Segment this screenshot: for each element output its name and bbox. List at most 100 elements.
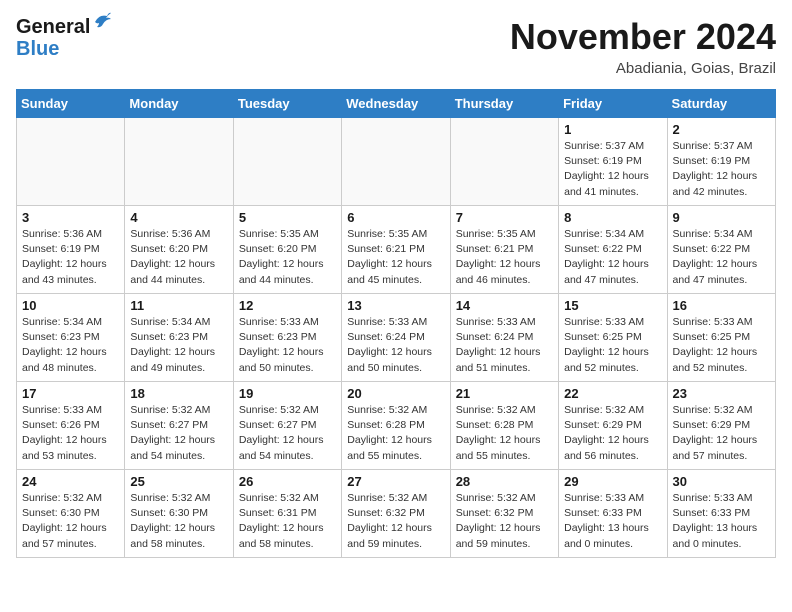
day-info: Sunrise: 5:36 AM Sunset: 6:20 PM Dayligh… [130,227,227,288]
day-info: Sunrise: 5:35 AM Sunset: 6:21 PM Dayligh… [456,227,553,288]
day-info: Sunrise: 5:35 AM Sunset: 6:21 PM Dayligh… [347,227,444,288]
calendar-cell: 17 Sunrise: 5:33 AM Sunset: 6:26 PM Dayli… [17,382,125,470]
day-number: 22 [564,386,661,401]
day-number: 2 [673,122,770,137]
calendar-cell [342,118,450,206]
day-number: 12 [239,298,336,313]
calendar-cell: 15Sunrise: 5:33 AM Sunset: 6:25 PM Dayli… [559,294,667,382]
calendar-cell: 10 Sunrise: 5:34 AM Sunset: 6:23 PM Dayli… [17,294,125,382]
day-info: Sunrise: 5:33 AM Sunset: 6:25 PM Dayligh… [673,315,770,376]
logo-general-text: General [16,16,90,38]
calendar-cell: 16 Sunrise: 5:33 AM Sunset: 6:25 PM Dayli… [667,294,775,382]
day-number: 14 [456,298,553,313]
day-number: 8 [564,210,661,225]
day-info: Sunrise: 5:32 AM Sunset: 6:27 PM Dayligh… [130,403,227,464]
weekday-header-saturday: Saturday [667,90,775,118]
day-info: Sunrise: 5:34 AM Sunset: 6:22 PM Dayligh… [673,227,770,288]
calendar-cell: 3Sunrise: 5:36 AM Sunset: 6:19 PM Daylig… [17,206,125,294]
logo-bird-icon [91,10,113,32]
day-info: Sunrise: 5:32 AM Sunset: 6:29 PM Dayligh… [564,403,661,464]
calendar-cell: 19Sunrise: 5:32 AM Sunset: 6:27 PM Dayli… [233,382,341,470]
day-info: Sunrise: 5:32 AM Sunset: 6:29 PM Dayligh… [673,403,770,464]
day-info: Sunrise: 5:33 AM Sunset: 6:24 PM Dayligh… [347,315,444,376]
day-info: Sunrise: 5:33 AM Sunset: 6:33 PM Dayligh… [673,491,770,552]
day-info: Sunrise: 5:33 AM Sunset: 6:24 PM Dayligh… [456,315,553,376]
day-info: Sunrise: 5:36 AM Sunset: 6:19 PM Dayligh… [22,227,119,288]
calendar-cell [450,118,558,206]
calendar-cell: 18 Sunrise: 5:32 AM Sunset: 6:27 PM Dayli… [125,382,233,470]
weekday-header-wednesday: Wednesday [342,90,450,118]
day-number: 28 [456,474,553,489]
day-number: 26 [239,474,336,489]
day-number: 20 [347,386,444,401]
day-number: 1 [564,122,661,137]
calendar-cell: 2 Sunrise: 5:37 AM Sunset: 6:19 PM Daylig… [667,118,775,206]
day-number: 17 [22,386,119,401]
calendar-cell: 7 Sunrise: 5:35 AM Sunset: 6:21 PM Daylig… [450,206,558,294]
calendar-cell [125,118,233,206]
day-info: Sunrise: 5:37 AM Sunset: 6:19 PM Dayligh… [564,139,661,200]
calendar-week-row: 1 Sunrise: 5:37 AM Sunset: 6:19 PM Daylig… [17,118,776,206]
calendar-cell: 29 Sunrise: 5:33 AM Sunset: 6:33 PM Dayli… [559,470,667,558]
day-info: Sunrise: 5:34 AM Sunset: 6:23 PM Dayligh… [22,315,119,376]
day-number: 10 [22,298,119,313]
calendar-cell: 1 Sunrise: 5:37 AM Sunset: 6:19 PM Daylig… [559,118,667,206]
calendar-week-row: 17 Sunrise: 5:33 AM Sunset: 6:26 PM Dayli… [17,382,776,470]
day-number: 18 [130,386,227,401]
weekday-header-friday: Friday [559,90,667,118]
day-number: 23 [673,386,770,401]
calendar-cell: 23 Sunrise: 5:32 AM Sunset: 6:29 PM Dayli… [667,382,775,470]
calendar-week-row: 3Sunrise: 5:36 AM Sunset: 6:19 PM Daylig… [17,206,776,294]
day-number: 30 [673,474,770,489]
day-number: 24 [22,474,119,489]
calendar-cell: 8 Sunrise: 5:34 AM Sunset: 6:22 PM Daylig… [559,206,667,294]
page-header: General Blue November 2024 Abadiania, Go… [16,16,776,77]
day-number: 21 [456,386,553,401]
day-info: Sunrise: 5:32 AM Sunset: 6:32 PM Dayligh… [456,491,553,552]
calendar-cell: 13 Sunrise: 5:33 AM Sunset: 6:24 PM Dayli… [342,294,450,382]
calendar-cell: 21 Sunrise: 5:32 AM Sunset: 6:28 PM Dayli… [450,382,558,470]
day-number: 11 [130,298,227,313]
calendar-cell: 12Sunrise: 5:33 AM Sunset: 6:23 PM Dayli… [233,294,341,382]
day-info: Sunrise: 5:32 AM Sunset: 6:27 PM Dayligh… [239,403,336,464]
weekday-header-thursday: Thursday [450,90,558,118]
calendar-cell: 9 Sunrise: 5:34 AM Sunset: 6:22 PM Daylig… [667,206,775,294]
calendar-cell: 4 Sunrise: 5:36 AM Sunset: 6:20 PM Daylig… [125,206,233,294]
calendar-cell: 22 Sunrise: 5:32 AM Sunset: 6:29 PM Dayli… [559,382,667,470]
day-info: Sunrise: 5:35 AM Sunset: 6:20 PM Dayligh… [239,227,336,288]
day-number: 29 [564,474,661,489]
day-info: Sunrise: 5:33 AM Sunset: 6:26 PM Dayligh… [22,403,119,464]
month-title: November 2024 [510,16,776,58]
calendar-week-row: 24 Sunrise: 5:32 AM Sunset: 6:30 PM Dayli… [17,470,776,558]
day-number: 4 [130,210,227,225]
day-info: Sunrise: 5:32 AM Sunset: 6:28 PM Dayligh… [456,403,553,464]
calendar-table: SundayMondayTuesdayWednesdayThursdayFrid… [16,89,776,558]
weekday-header-monday: Monday [125,90,233,118]
day-info: Sunrise: 5:33 AM Sunset: 6:25 PM Dayligh… [564,315,661,376]
calendar-cell: 25 Sunrise: 5:32 AM Sunset: 6:30 PM Dayli… [125,470,233,558]
calendar-cell [17,118,125,206]
day-number: 13 [347,298,444,313]
day-info: Sunrise: 5:34 AM Sunset: 6:23 PM Dayligh… [130,315,227,376]
day-number: 9 [673,210,770,225]
title-block: November 2024 Abadiania, Goias, Brazil [510,16,776,77]
calendar-cell: 6Sunrise: 5:35 AM Sunset: 6:21 PM Daylig… [342,206,450,294]
day-number: 16 [673,298,770,313]
day-number: 25 [130,474,227,489]
calendar-cell: 5 Sunrise: 5:35 AM Sunset: 6:20 PM Daylig… [233,206,341,294]
weekday-header-sunday: Sunday [17,90,125,118]
day-number: 7 [456,210,553,225]
location-text: Abadiania, Goias, Brazil [510,60,776,77]
calendar-cell: 27Sunrise: 5:32 AM Sunset: 6:32 PM Dayli… [342,470,450,558]
day-info: Sunrise: 5:32 AM Sunset: 6:30 PM Dayligh… [130,491,227,552]
weekday-header-tuesday: Tuesday [233,90,341,118]
logo: General Blue [16,16,113,60]
day-info: Sunrise: 5:33 AM Sunset: 6:33 PM Dayligh… [564,491,661,552]
calendar-cell: 24Sunrise: 5:32 AM Sunset: 6:30 PM Dayli… [17,470,125,558]
day-info: Sunrise: 5:37 AM Sunset: 6:19 PM Dayligh… [673,139,770,200]
day-number: 5 [239,210,336,225]
day-info: Sunrise: 5:34 AM Sunset: 6:22 PM Dayligh… [564,227,661,288]
calendar-cell: 20Sunrise: 5:32 AM Sunset: 6:28 PM Dayli… [342,382,450,470]
logo-blue-text: Blue [16,38,59,60]
calendar-week-row: 10 Sunrise: 5:34 AM Sunset: 6:23 PM Dayli… [17,294,776,382]
